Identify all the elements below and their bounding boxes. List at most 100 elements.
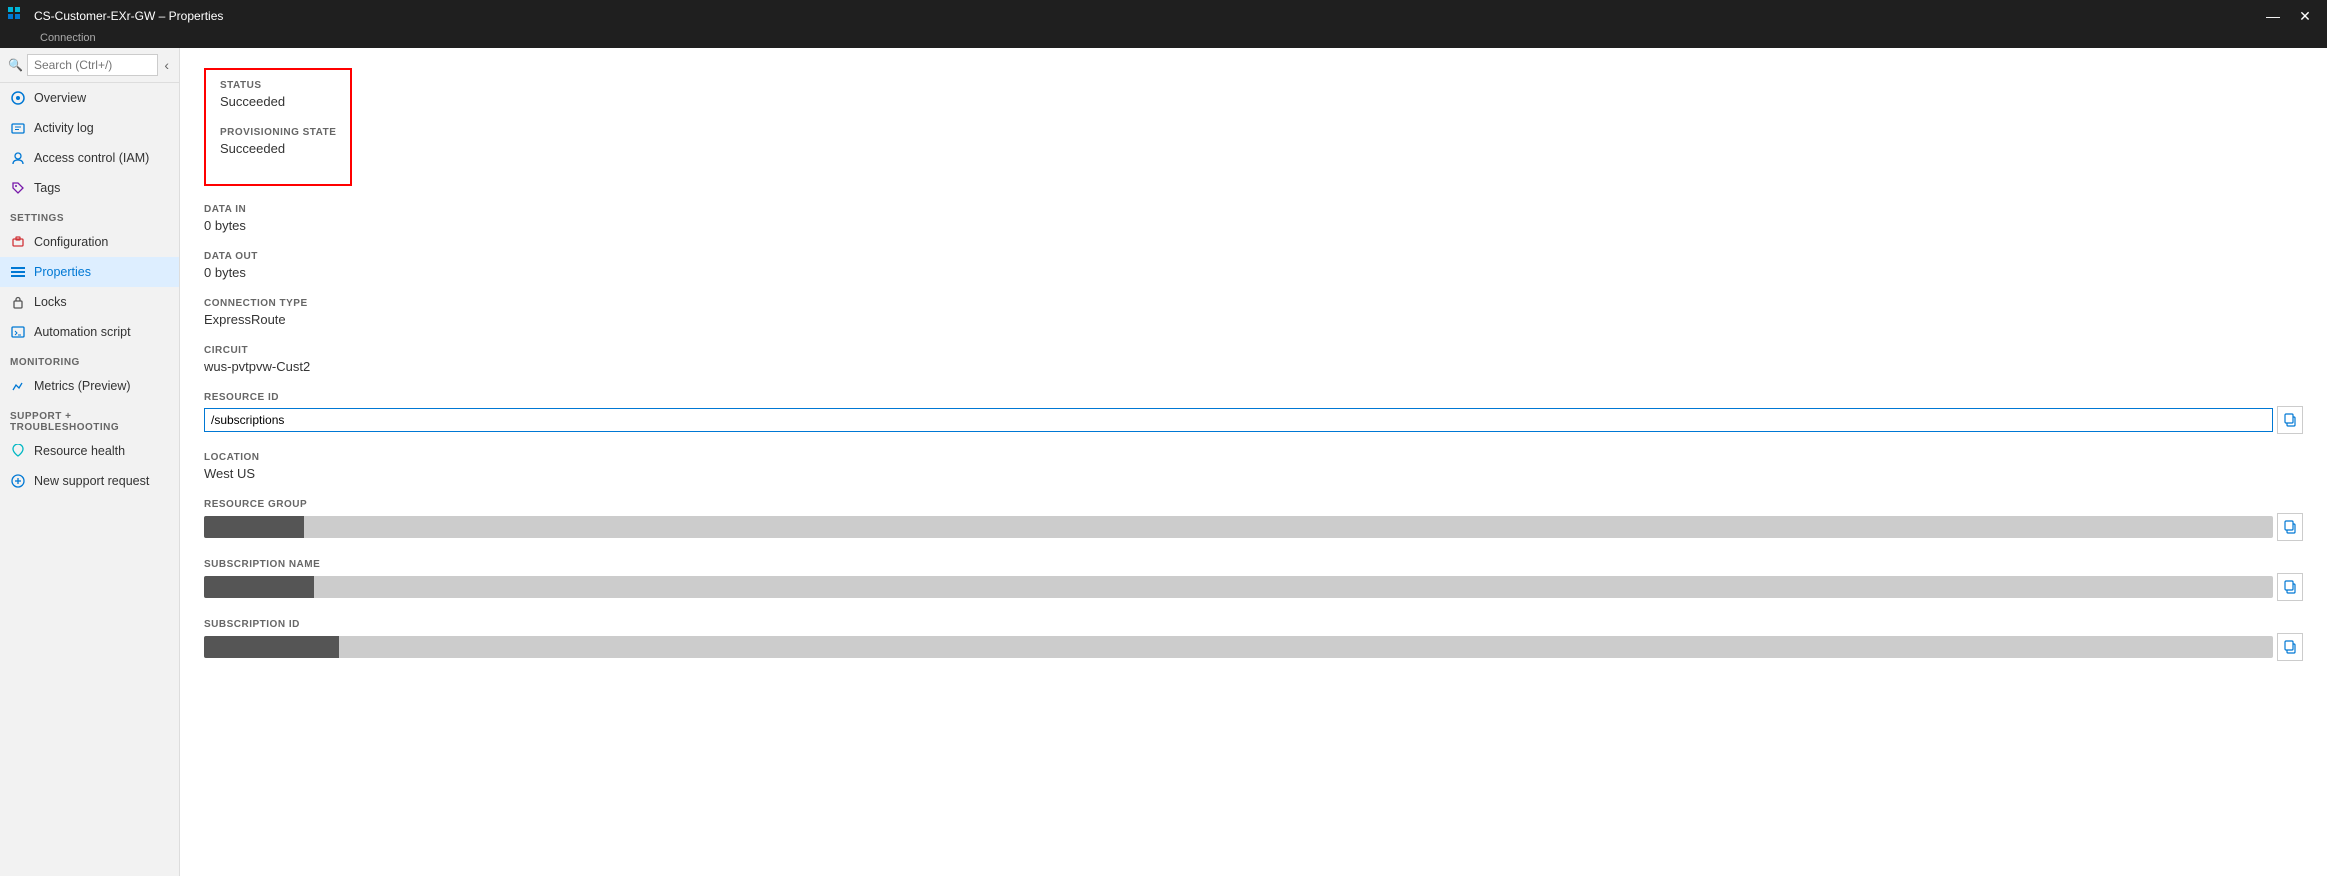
data-out-section: DATA OUT 0 bytes (204, 251, 2303, 280)
metrics-icon (10, 378, 26, 394)
overview-icon (10, 90, 26, 106)
search-icon: 🔍 (8, 58, 23, 72)
resource-id-input[interactable] (204, 408, 2273, 432)
subscription-name-section: SUBSCRIPTION NAME (204, 559, 2303, 601)
sidebar: 🔍 ‹ Overview Activity l (0, 48, 180, 876)
tags-icon (10, 180, 26, 196)
provisioning-section: PROVISIONING STATE Succeeded (220, 127, 336, 156)
locks-icon (10, 294, 26, 310)
data-in-label: DATA IN (204, 204, 2303, 215)
subscription-name-copy-button[interactable] (2277, 573, 2303, 601)
sidebar-label-metrics: Metrics (Preview) (34, 379, 131, 393)
status-section: STATUS Succeeded (220, 80, 336, 109)
sidebar-item-access-control[interactable]: Access control (IAM) (0, 143, 179, 173)
resource-group-copy-button[interactable] (2277, 513, 2303, 541)
sidebar-label-resource-health: Resource health (34, 444, 125, 458)
resource-health-icon (10, 443, 26, 459)
copy-icon-rg (2283, 520, 2297, 534)
sub-id-light (339, 636, 2273, 658)
sub-name-light (314, 576, 2273, 598)
settings-section-label: SETTINGS (0, 203, 179, 227)
sidebar-item-automation-script[interactable]: Automation script (0, 317, 179, 347)
circuit-section: CIRCUIT wus-pvtpvw-Cust2 (204, 345, 2303, 374)
subscription-id-section: SUBSCRIPTION ID (204, 619, 2303, 661)
sub-header: Connection (0, 32, 2327, 48)
sidebar-item-configuration[interactable]: Configuration (0, 227, 179, 257)
data-in-section: DATA IN 0 bytes (204, 204, 2303, 233)
status-value: Succeeded (220, 94, 336, 109)
close-button[interactable]: ✕ (2291, 4, 2319, 28)
subscription-name-label: SUBSCRIPTION NAME (204, 559, 2303, 570)
access-control-icon (10, 150, 26, 166)
subscription-id-copy-button[interactable] (2277, 633, 2303, 661)
sidebar-item-activity-log[interactable]: Activity log (0, 113, 179, 143)
subscription-id-bar (204, 636, 2273, 658)
resource-group-row (204, 513, 2303, 541)
window-controls[interactable]: — ✕ (2259, 4, 2319, 28)
circuit-value: wus-pvtpvw-Cust2 (204, 359, 2303, 374)
resource-id-section: RESOURCE ID (204, 392, 2303, 434)
resource-group-light (304, 516, 2273, 538)
location-section: LOCATION West US (204, 452, 2303, 481)
sidebar-item-metrics[interactable]: Metrics (Preview) (0, 371, 179, 401)
search-input[interactable] (27, 54, 158, 76)
sidebar-label-overview: Overview (34, 91, 86, 105)
sidebar-item-properties[interactable]: Properties (0, 257, 179, 287)
sub-name-dark (204, 576, 314, 598)
copy-icon-sn (2283, 580, 2297, 594)
subscription-id-label: SUBSCRIPTION ID (204, 619, 2303, 630)
connection-type-section: CONNECTION TYPE ExpressRoute (204, 298, 2303, 327)
connection-type-value: ExpressRoute (204, 312, 2303, 327)
sidebar-label-configuration: Configuration (34, 235, 108, 249)
sidebar-item-locks[interactable]: Locks (0, 287, 179, 317)
monitoring-section-label: MONITORING (0, 347, 179, 371)
title-bar: CS-Customer-EXr-GW – Properties — ✕ (0, 0, 2327, 32)
sidebar-label-new-support: New support request (34, 474, 149, 488)
resource-id-row (204, 406, 2303, 434)
subscription-name-bar (204, 576, 2273, 598)
sidebar-search-area: 🔍 ‹ (0, 48, 179, 83)
properties-icon (10, 264, 26, 280)
status-provisioning-box: STATUS Succeeded PROVISIONING STATE Succ… (204, 68, 352, 186)
status-label: STATUS (220, 80, 336, 91)
provisioning-value: Succeeded (220, 141, 336, 156)
window-title: CS-Customer-EXr-GW – Properties (34, 9, 2259, 23)
activity-log-icon (10, 120, 26, 136)
provisioning-label: PROVISIONING STATE (220, 127, 336, 138)
sidebar-label-access-control: Access control (IAM) (34, 151, 149, 165)
circuit-label: CIRCUIT (204, 345, 2303, 356)
sidebar-label-locks: Locks (34, 295, 67, 309)
app-icon (8, 7, 26, 25)
resource-id-copy-button[interactable] (2277, 406, 2303, 434)
main-layout: 🔍 ‹ Overview Activity l (0, 48, 2327, 876)
sidebar-label-properties: Properties (34, 265, 91, 279)
collapse-button[interactable]: ‹ (162, 55, 171, 75)
automation-script-icon (10, 324, 26, 340)
sidebar-item-new-support[interactable]: New support request (0, 466, 179, 496)
new-support-icon (10, 473, 26, 489)
location-label: LOCATION (204, 452, 2303, 463)
data-out-label: DATA OUT (204, 251, 2303, 262)
resource-group-bar (204, 516, 2273, 538)
sidebar-item-resource-health[interactable]: Resource health (0, 436, 179, 466)
minimize-button[interactable]: — (2259, 4, 2287, 28)
resource-id-label: RESOURCE ID (204, 392, 2303, 403)
support-section-label: SUPPORT + TROUBLESHOOTING (0, 401, 179, 436)
resource-group-dark (204, 516, 304, 538)
data-out-value: 0 bytes (204, 265, 2303, 280)
sidebar-item-tags[interactable]: Tags (0, 173, 179, 203)
copy-icon-si (2283, 640, 2297, 654)
resource-group-label: RESOURCE GROUP (204, 499, 2303, 510)
content-area: STATUS Succeeded PROVISIONING STATE Succ… (180, 48, 2327, 876)
subscription-name-row (204, 573, 2303, 601)
location-value: West US (204, 466, 2303, 481)
sidebar-item-overview[interactable]: Overview (0, 83, 179, 113)
configuration-icon (10, 234, 26, 250)
subscription-id-row (204, 633, 2303, 661)
sidebar-label-automation-script: Automation script (34, 325, 131, 339)
sub-id-dark (204, 636, 339, 658)
data-in-value: 0 bytes (204, 218, 2303, 233)
sidebar-label-tags: Tags (34, 181, 60, 195)
copy-icon (2283, 413, 2297, 427)
sidebar-label-activity-log: Activity log (34, 121, 94, 135)
